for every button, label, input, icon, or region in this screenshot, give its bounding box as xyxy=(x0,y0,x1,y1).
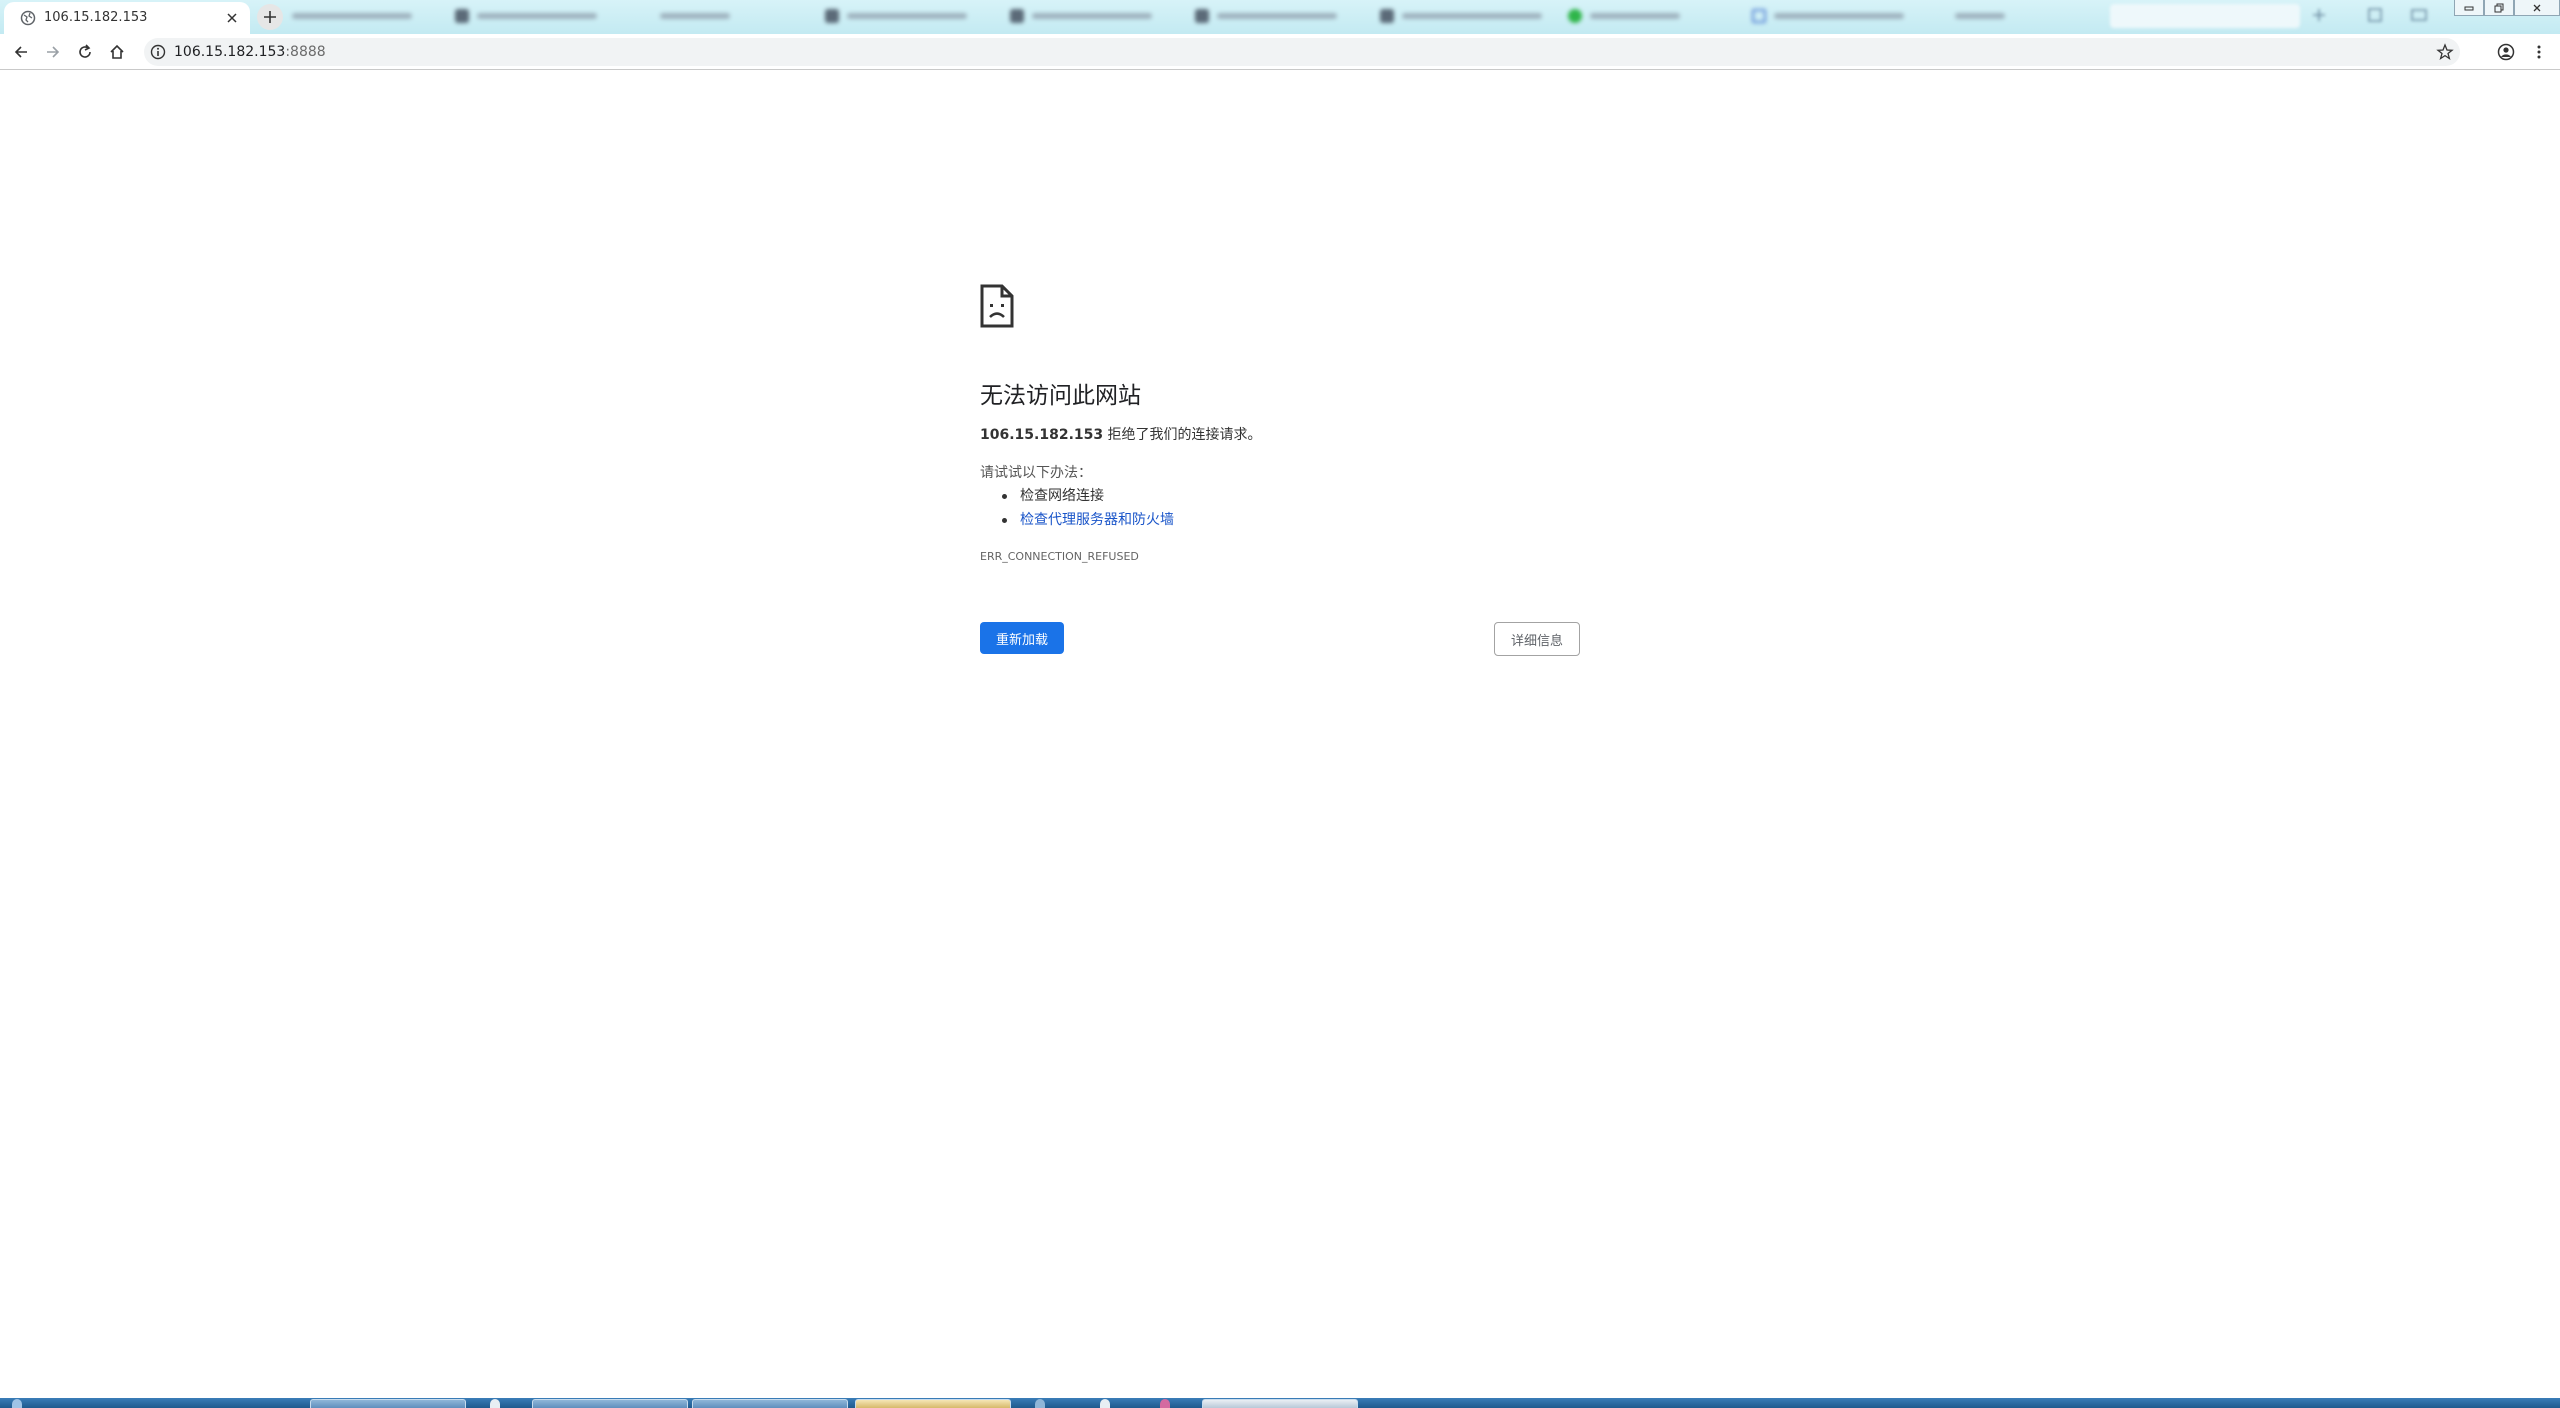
reload-icon xyxy=(79,44,91,58)
background-tab[interactable] xyxy=(455,6,597,26)
new-tab-button[interactable] xyxy=(257,4,283,30)
window-icon[interactable] xyxy=(2410,6,2428,24)
close-icon xyxy=(2533,4,2541,11)
minimize-icon xyxy=(2464,6,2474,10)
details-button[interactable]: 详细信息 xyxy=(1494,622,1580,656)
globe-icon xyxy=(20,10,36,26)
restore-button[interactable] xyxy=(2484,0,2514,16)
suggestion-check-network: 检查网络连接 xyxy=(1002,484,1174,508)
suggestions-list: 检查网络连接 检查代理服务器和防火墙 xyxy=(1002,484,1174,532)
sad-page-icon xyxy=(980,284,1014,328)
background-tab[interactable] xyxy=(660,6,730,26)
menu-button[interactable] xyxy=(2529,42,2549,62)
back-button[interactable] xyxy=(11,42,31,62)
info-icon[interactable] xyxy=(150,44,166,60)
forward-button[interactable] xyxy=(43,42,63,62)
close-window-button[interactable] xyxy=(2514,0,2560,16)
reload-button[interactable] xyxy=(75,42,95,62)
taskbar-item[interactable] xyxy=(1100,1399,1110,1408)
active-tab[interactable]: 106.15.182.153 xyxy=(4,2,250,34)
plus-icon[interactable] xyxy=(2310,6,2328,24)
background-tab[interactable] xyxy=(1195,6,1337,26)
kebab-menu-icon xyxy=(2537,45,2541,59)
taskbar-item[interactable] xyxy=(1160,1399,1170,1408)
forward-arrow-icon xyxy=(47,46,60,58)
back-arrow-icon xyxy=(14,46,27,58)
window-controls xyxy=(2454,0,2560,16)
os-taskbar xyxy=(0,1398,2560,1408)
home-button[interactable] xyxy=(107,42,127,62)
active-tab-title: 106.15.182.153 xyxy=(44,10,148,25)
suggestions-label: 请试试以下办法： xyxy=(980,465,1092,481)
background-tab[interactable] xyxy=(1010,6,1152,26)
star-icon[interactable] xyxy=(2436,43,2454,61)
error-summary-text: 拒绝了我们的连接请求。 xyxy=(1103,427,1262,443)
start-button[interactable] xyxy=(12,1399,22,1408)
url-text[interactable]: 106.15.182.153:8888 xyxy=(174,44,326,60)
background-tab[interactable] xyxy=(1752,6,1904,26)
taskbar-item-active[interactable] xyxy=(1202,1399,1358,1408)
taskbar-item[interactable] xyxy=(532,1399,688,1408)
background-tab[interactable] xyxy=(825,6,967,26)
url-host: 106.15.182.153 xyxy=(174,44,286,60)
grid-icon[interactable] xyxy=(2366,6,2384,24)
background-tab[interactable] xyxy=(292,6,412,26)
background-tab[interactable] xyxy=(1380,6,1542,26)
browser-toolbar: 106.15.182.153:8888 xyxy=(0,34,2560,70)
suggestion-check-proxy-firewall-link[interactable]: 检查代理服务器和防火墙 xyxy=(1002,508,1174,532)
background-tab[interactable] xyxy=(1955,6,2005,26)
address-bar[interactable]: 106.15.182.153:8888 xyxy=(144,38,2460,66)
error-host: 106.15.182.153 xyxy=(980,427,1104,443)
account-icon xyxy=(2497,43,2515,61)
home-icon xyxy=(110,44,124,59)
error-title: 无法访问此网站 xyxy=(980,383,1141,409)
account-button[interactable] xyxy=(2496,42,2516,62)
taskbar-item[interactable] xyxy=(855,1399,1011,1408)
taskbar-item[interactable] xyxy=(490,1399,500,1408)
plus-icon xyxy=(264,11,276,23)
taskbar-item[interactable] xyxy=(310,1399,466,1408)
reload-page-button[interactable]: 重新加载 xyxy=(980,622,1064,654)
taskbar-item[interactable] xyxy=(1035,1399,1045,1408)
close-icon[interactable] xyxy=(224,10,240,26)
minimize-button[interactable] xyxy=(2454,0,2484,16)
error-code: ERR_CONNECTION_REFUSED xyxy=(980,550,1139,563)
url-port: :8888 xyxy=(285,44,326,60)
taskbar-item[interactable] xyxy=(692,1399,848,1408)
error-summary: 106.15.182.153 拒绝了我们的连接请求。 xyxy=(980,424,1262,444)
toolbar-search-box[interactable] xyxy=(2110,4,2300,28)
restore-icon xyxy=(2494,3,2504,12)
tab-strip: 106.15.182.153 xyxy=(0,0,2560,34)
background-tab[interactable] xyxy=(1568,6,1680,26)
